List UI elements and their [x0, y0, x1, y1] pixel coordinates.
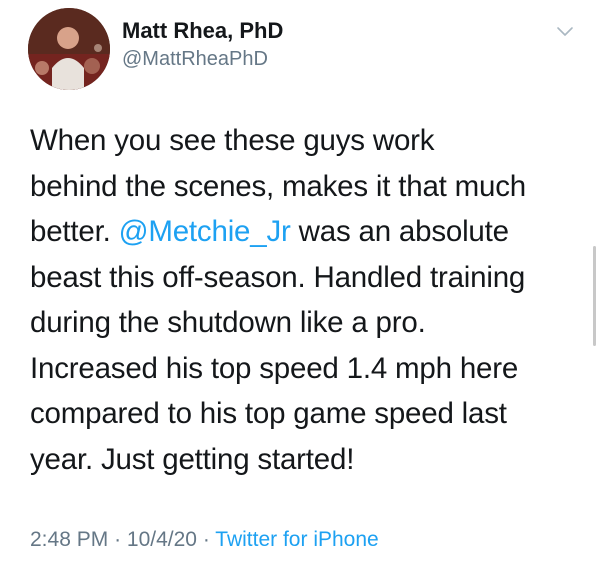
tweet-text-line: Increased his top speed 1.4 mph here	[30, 351, 519, 385]
avatar-photo	[28, 8, 110, 90]
scrollbar[interactable]	[593, 246, 596, 346]
tweet-meta: 2:48 PM · 10/4/20 · Twitter for iPhone	[30, 528, 379, 552]
tweet-date[interactable]: 10/4/20	[127, 528, 197, 551]
author-name[interactable]: Matt Rhea, PhD	[122, 18, 283, 44]
tweet-text-segment: better.	[30, 215, 111, 248]
author-handle[interactable]: @MattRheaPhD	[122, 48, 268, 71]
meta-separator: ·	[202, 528, 210, 551]
tweet-text-line: compared to his top game speed last	[30, 397, 507, 430]
tweet-text-line: behind the scenes, makes it that much	[30, 169, 527, 203]
tweet-text: When you see these guys work behind the …	[30, 118, 578, 482]
tweet-time[interactable]: 2:48 PM	[30, 528, 108, 551]
tweet-text-line-with-mention: better. @Metchie_Jr was an absolute	[30, 209, 578, 255]
tweet-text-line: during the shutdown like a pro.	[30, 306, 426, 339]
mention-link[interactable]: @Metchie_Jr	[119, 215, 291, 248]
avatar[interactable]	[28, 8, 110, 90]
tweet-card: Matt Rhea, PhD @MattRheaPhD When you see…	[0, 0, 600, 562]
chevron-down-icon[interactable]	[554, 20, 576, 42]
tweet-text-line: When you see these guys work	[30, 124, 435, 157]
tweet-text-segment: was an absolute	[298, 215, 509, 248]
meta-separator: ·	[114, 528, 122, 551]
tweet-text-line: year. Just getting started!	[30, 442, 355, 476]
tweet-text-line: beast this off-season. Handled training	[30, 260, 526, 294]
tweet-source-link[interactable]: Twitter for iPhone	[215, 528, 378, 551]
